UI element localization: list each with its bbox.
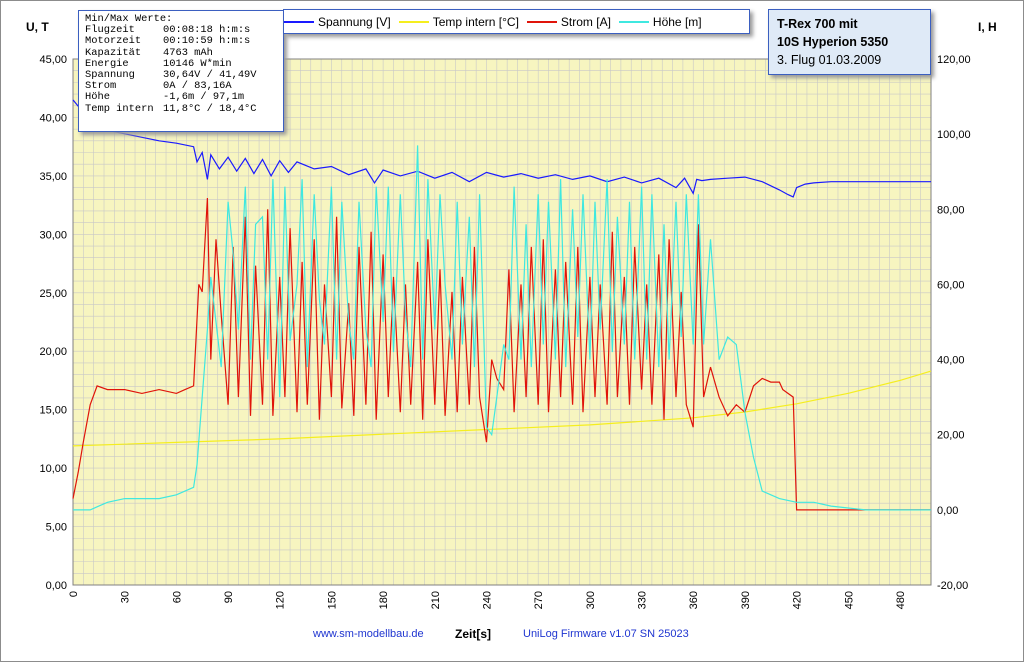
- legend: Spannung [V] Temp intern [°C] Strom [A] Höh…: [283, 9, 750, 34]
- y-right-tick-label: 120,00: [937, 54, 971, 66]
- stats-row: Temp intern 11,8°C / 18,4°C: [85, 102, 277, 115]
- y-left-tick-label: 15,00: [39, 405, 67, 417]
- stats-row: Höhe -1,6m / 97,1m: [85, 92, 277, 103]
- y-right-tick-label: 40,00: [937, 355, 965, 367]
- stats-label: Motorzeit: [85, 35, 142, 48]
- legend-item: Höhe [m]: [618, 14, 702, 29]
- legend-item: Spannung [V]: [284, 15, 391, 29]
- x-tick-label: 390: [740, 591, 752, 609]
- x-tick-label: 450: [843, 591, 855, 609]
- y-left-tick-label: 30,00: [39, 229, 67, 241]
- stats-label: Höhe: [85, 91, 110, 104]
- y-left-tick-label: 5,00: [46, 522, 67, 534]
- y-right-tick-label: 60,00: [937, 279, 965, 291]
- y-right-axis-title: I, H: [978, 20, 997, 34]
- y-left-tick-label: 10,00: [39, 463, 67, 475]
- stats-value: 00:10:59 h:m:s: [163, 35, 251, 48]
- y-left-axis-title: U, T: [26, 20, 49, 34]
- x-tick-label: 300: [585, 591, 597, 609]
- x-tick-label: 0: [68, 591, 80, 597]
- x-tick-label: 120: [275, 591, 287, 609]
- x-tick-label: 150: [326, 591, 338, 609]
- stats-rows: Flugzeit 00:08:18 h:m:s Motorzeit 00:10:59 …: [85, 24, 277, 115]
- legend-swatch: [618, 20, 649, 23]
- legend-swatch: [398, 20, 429, 23]
- x-tick-label: 240: [481, 591, 493, 609]
- legend-item: Temp intern [°C]: [398, 14, 519, 29]
- legend-label: Temp intern [°C]: [432, 14, 519, 29]
- website-link[interactable]: www.sm-modellbau.de: [313, 628, 424, 640]
- legend-swatch: [284, 20, 314, 23]
- firmware-info: UniLog Firmware v1.07 SN 25023: [523, 628, 689, 640]
- x-tick-label: 210: [430, 591, 442, 609]
- x-tick-label: 90: [223, 591, 235, 603]
- y-left-tick-label: 20,00: [39, 346, 67, 358]
- y-right-tick-label: 0,00: [937, 505, 958, 517]
- legend-label: Strom [A]: [560, 14, 611, 29]
- stats-label: Temp intern: [85, 102, 154, 115]
- x-tick-label: 360: [688, 591, 700, 609]
- title-line-2: 10S Hyperion 5350: [777, 35, 889, 49]
- legend-swatch: [526, 20, 557, 23]
- x-axis-title: Zeit[s]: [455, 627, 491, 641]
- legend-label: Höhe [m]: [652, 14, 702, 29]
- x-tick-label: 270: [533, 591, 545, 609]
- legend-label: Spannung [V]: [318, 14, 391, 29]
- chart-title-box: T-Rex 700 mit 10S Hyperion 5350 3. Flug …: [768, 9, 931, 75]
- y-left-tick-label: 45,00: [39, 54, 67, 66]
- title-line-3: 3. Flug 01.03.2009: [777, 53, 882, 67]
- title-line-1: T-Rex 700 mit: [777, 17, 858, 31]
- y-right-tick-label: 100,00: [937, 129, 971, 141]
- x-tick-label: 330: [637, 591, 649, 609]
- x-tick-label: 60: [171, 591, 183, 603]
- x-tick-label: 180: [378, 591, 390, 609]
- x-tick-label: 420: [792, 591, 804, 609]
- stats-value: 11,8°C / 18,4°C: [163, 102, 257, 115]
- y-left-tick-label: 25,00: [39, 288, 67, 300]
- y-right-tick-label: 20,00: [937, 430, 965, 442]
- y-left-tick-label: 0,00: [46, 580, 67, 592]
- x-tick-label: 480: [895, 591, 907, 609]
- stats-value: -1,6m / 97,1m: [163, 91, 245, 104]
- plot-area: [73, 59, 931, 585]
- y-right-tick-label: 80,00: [937, 204, 965, 216]
- stats-row: Motorzeit 00:10:59 h:m:s: [85, 36, 277, 47]
- y-right-tick-label: -20,00: [937, 580, 968, 592]
- y-left-tick-label: 40,00: [39, 112, 67, 124]
- x-tick-label: 30: [120, 591, 132, 603]
- min-max-stats-box: Min/Max Werte: Flugzeit 00:08:18 h:m:s Mot…: [78, 10, 284, 132]
- y-left-tick-label: 35,00: [39, 171, 67, 183]
- legend-item: Strom [A]: [526, 14, 611, 29]
